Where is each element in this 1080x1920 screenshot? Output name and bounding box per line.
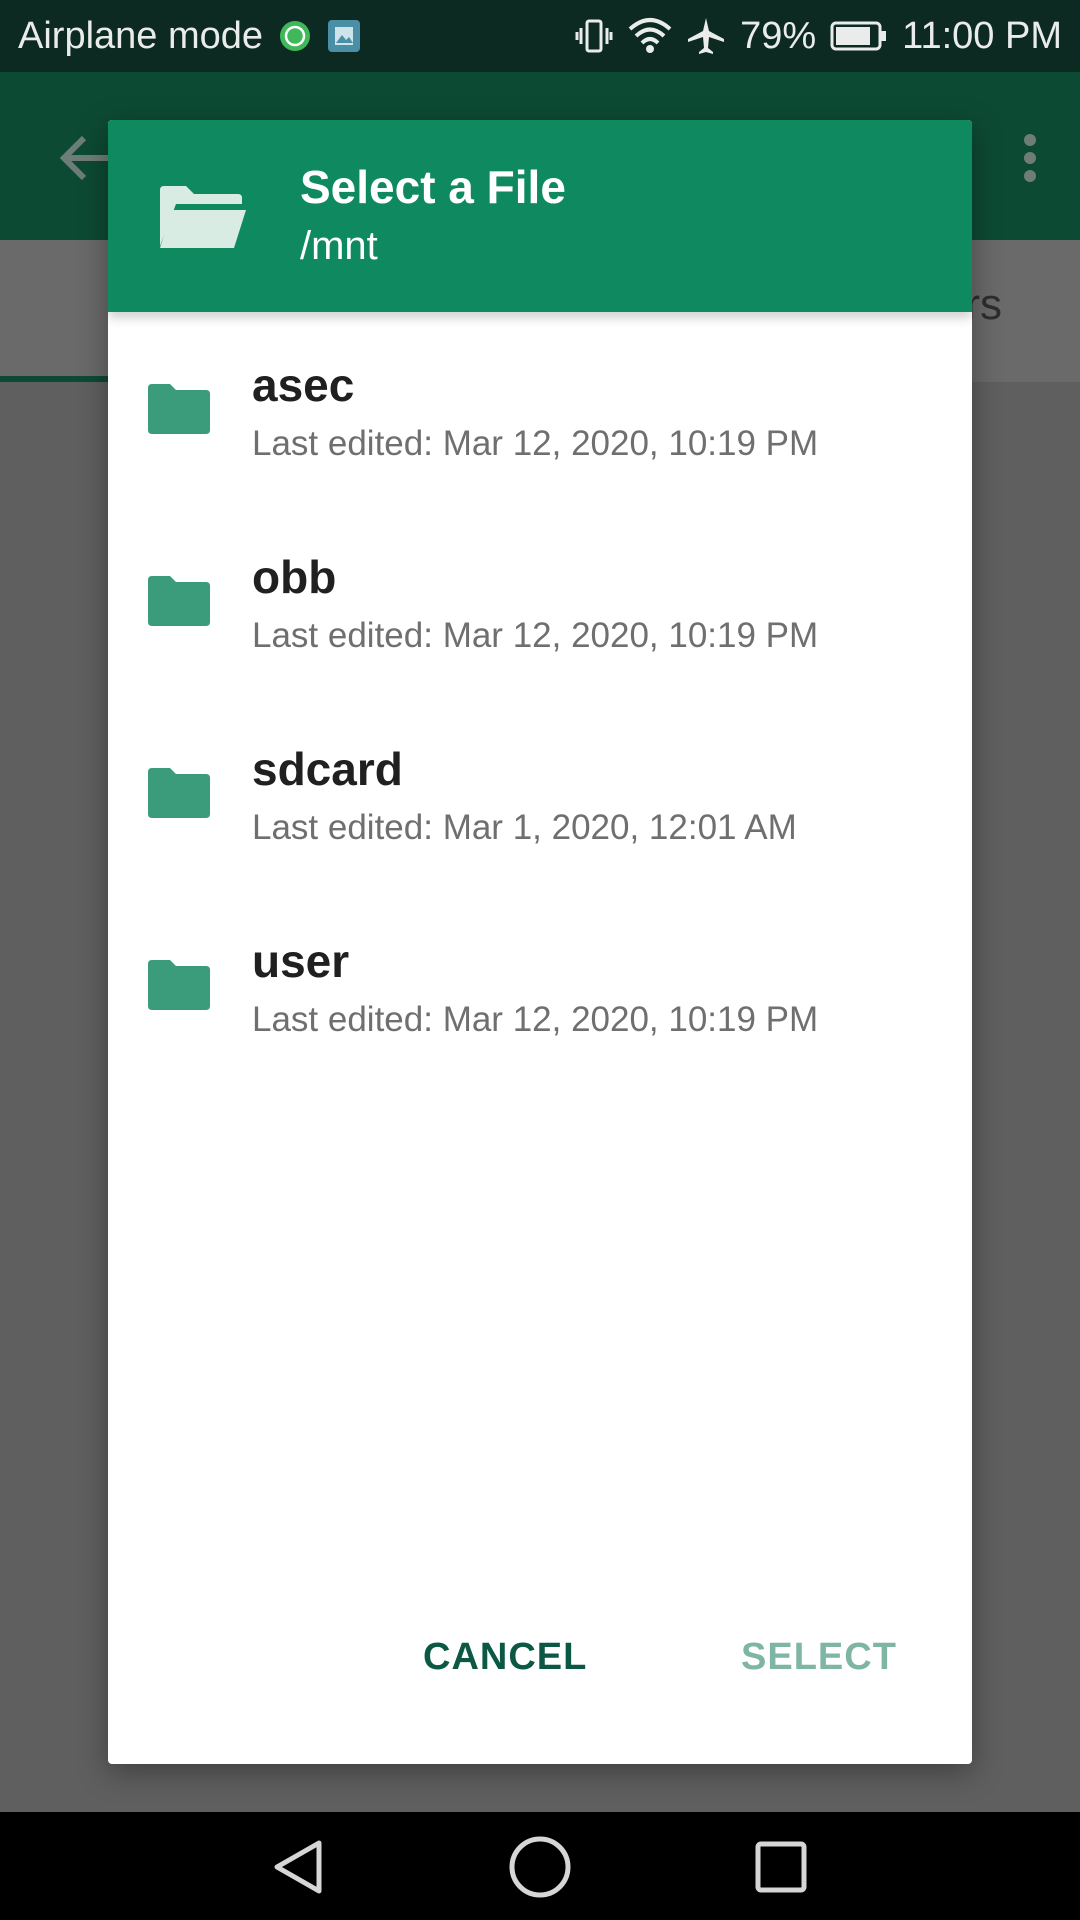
wifi-icon bbox=[628, 17, 672, 55]
current-path: /mnt bbox=[300, 224, 378, 268]
nav-back-icon[interactable] bbox=[264, 1832, 334, 1902]
gallery-icon bbox=[327, 19, 361, 53]
more-vert-icon[interactable] bbox=[1020, 130, 1040, 190]
file-name: sdcard bbox=[252, 743, 403, 795]
airplane-mode-label: Airplane mode bbox=[18, 14, 264, 57]
folder-open-icon bbox=[158, 182, 248, 252]
battery-percent: 79% bbox=[740, 14, 817, 57]
file-name: obb bbox=[252, 551, 337, 603]
file-last-edited: Last edited: Mar 12, 2020, 10:19 PM bbox=[252, 1000, 819, 1039]
file-last-edited: Last edited: Mar 12, 2020, 10:19 PM bbox=[252, 424, 819, 463]
back-arrow-icon[interactable] bbox=[56, 128, 116, 188]
dialog-header: Select a File /mnt bbox=[108, 120, 972, 312]
file-last-edited: Last edited: Mar 1, 2020, 12:01 AM bbox=[252, 808, 797, 847]
file-last-edited: Last edited: Mar 12, 2020, 10:19 PM bbox=[252, 616, 819, 655]
file-list-item[interactable]: asec Last edited: Mar 12, 2020, 10:19 PM bbox=[108, 312, 972, 504]
battery-icon bbox=[830, 20, 888, 52]
navigation-bar bbox=[0, 1812, 1080, 1920]
folder-icon bbox=[148, 576, 210, 626]
folder-icon bbox=[148, 768, 210, 818]
folder-icon bbox=[148, 384, 210, 434]
file-list-item[interactable]: user Last edited: Mar 12, 2020, 10:19 PM bbox=[108, 888, 972, 1080]
select-file-dialog: Select a File /mnt asec Last edited: Mar… bbox=[108, 120, 972, 1764]
dialog-title: Select a File bbox=[300, 161, 566, 213]
dialog-actions: CANCEL SELECT bbox=[108, 1574, 972, 1764]
file-list-item[interactable]: obb Last edited: Mar 12, 2020, 10:19 PM bbox=[108, 504, 972, 696]
select-button[interactable]: SELECT bbox=[741, 1636, 897, 1679]
status-bar: Airplane mode 79% 11:00 PM bbox=[0, 0, 1080, 72]
nav-recents-icon[interactable] bbox=[746, 1832, 816, 1902]
cancel-button[interactable]: CANCEL bbox=[423, 1636, 587, 1679]
file-name: user bbox=[252, 935, 350, 987]
nav-home-icon[interactable] bbox=[505, 1832, 575, 1902]
file-list-item[interactable]: sdcard Last edited: Mar 1, 2020, 12:01 A… bbox=[108, 696, 972, 888]
tab-indicator bbox=[0, 376, 110, 382]
clock: 11:00 PM bbox=[902, 14, 1062, 57]
file-name: asec bbox=[252, 359, 355, 411]
folder-icon bbox=[148, 960, 210, 1010]
file-list: asec Last edited: Mar 12, 2020, 10:19 PM… bbox=[108, 312, 972, 1080]
airplane-icon bbox=[686, 16, 726, 56]
vibrate-icon bbox=[574, 16, 614, 56]
whatsapp-icon bbox=[277, 18, 313, 54]
